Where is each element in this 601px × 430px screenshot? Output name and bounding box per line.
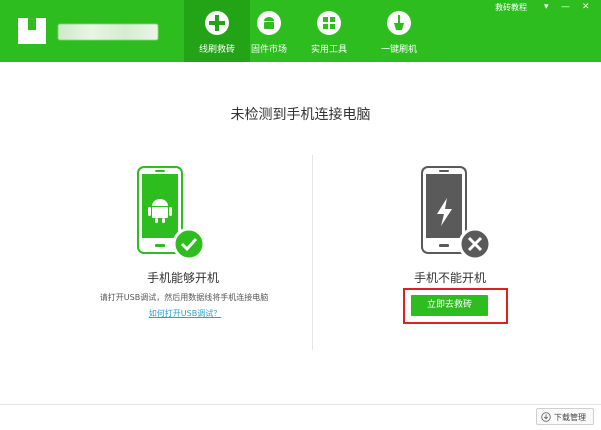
android-icon (257, 11, 281, 35)
tab-label: 固件市场 (250, 45, 287, 55)
usb-debug-hint: 请打开USB调试，然后用数据线将手机连接电脑 (99, 293, 269, 302)
x-circle-icon (458, 227, 492, 261)
app-logo (18, 18, 46, 44)
menu-icon[interactable]: ▾ (544, 0, 549, 14)
phone-bootable-illustration (137, 166, 206, 261)
download-icon (541, 412, 551, 422)
tab-one-click-flash[interactable]: 一键刷机 (366, 0, 432, 62)
download-manager-label: 下载管理 (554, 413, 586, 422)
broom-icon (387, 11, 411, 35)
grid-icon (317, 11, 341, 35)
close-icon[interactable]: ✕ (582, 0, 590, 14)
phone-not-bootable-illustration (421, 166, 492, 261)
download-manager-button[interactable]: 下载管理 (536, 408, 594, 425)
rescue-tutorial-link[interactable]: 救砖教程 (495, 2, 527, 13)
minimize-icon[interactable]: — (561, 0, 570, 14)
top-bar: 线刷救砖 固件市场 实用工具 一键刷机 救砖教程 ▾ — ✕ (0, 0, 601, 62)
app-title-obscured (58, 24, 158, 40)
usb-debug-help-link[interactable]: 如何打开USB调试？ (100, 308, 270, 319)
plus-circle-icon (205, 11, 229, 35)
tab-label: 实用工具 (310, 45, 347, 55)
rescue-now-button[interactable]: 立即去救砖 (411, 295, 488, 316)
page-title: 未检测到手机连接电脑 (230, 107, 371, 123)
tab-utilities[interactable]: 实用工具 (296, 0, 362, 62)
center-divider (312, 155, 313, 350)
check-circle-icon (172, 227, 206, 261)
tab-label: 一键刷机 (380, 45, 417, 55)
status-phone-cannot-boot: 手机不能开机 (413, 271, 486, 285)
status-phone-can-boot: 手机能够开机 (146, 271, 219, 285)
footer-divider (0, 404, 601, 405)
tab-firmware-market[interactable]: 固件市场 (236, 0, 302, 62)
